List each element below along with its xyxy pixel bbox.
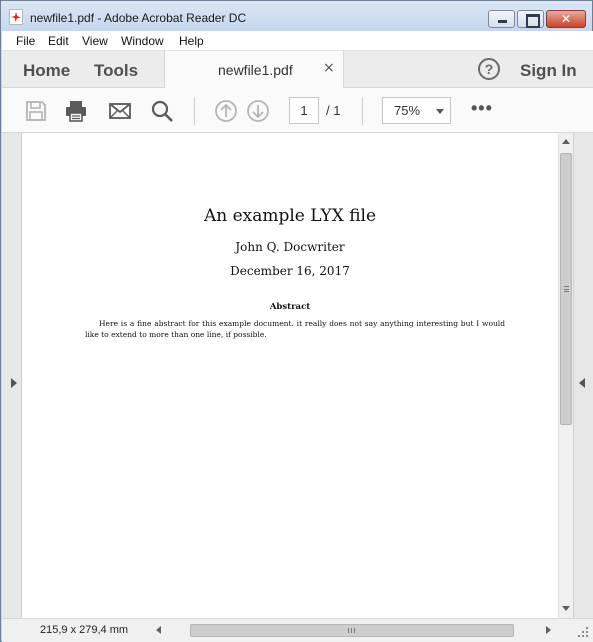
horizontal-scrollbar[interactable] <box>152 622 557 639</box>
document-date: December 16, 2017 <box>230 264 350 278</box>
menu-bar: File Edit View Window Help <box>2 31 593 51</box>
right-pane-toggle[interactable] <box>573 133 593 618</box>
zoom-value: 75% <box>394 103 421 118</box>
scroll-right-arrow-icon[interactable] <box>546 626 551 634</box>
page-size-label: 215,9 x 279,4 mm <box>40 624 129 636</box>
document-viewport: An example LYX file John Q. Docwriter De… <box>2 133 593 618</box>
document-title: An example LYX file <box>203 206 377 226</box>
current-page-input[interactable]: 1 <box>289 97 319 124</box>
home-tab[interactable]: Home <box>23 61 70 81</box>
scroll-up-arrow-icon[interactable] <box>562 139 570 144</box>
menu-window[interactable]: Window <box>121 34 164 48</box>
top-tab-bar: Home Tools newfile1.pdf × ? Sign In <box>2 51 593 88</box>
scroll-down-arrow-icon[interactable] <box>562 606 570 611</box>
toolbar-separator <box>194 97 195 125</box>
toolbar: 1 / 1 75% ••• <box>2 88 593 133</box>
grip-icon <box>348 628 355 633</box>
zoom-select[interactable]: 75% <box>382 97 451 124</box>
next-page-icon[interactable] <box>246 99 270 123</box>
vertical-scrollbar[interactable] <box>558 133 573 618</box>
abstract-body: Here is a fine abstract for this example… <box>85 319 505 339</box>
expand-left-pane-icon <box>11 378 17 388</box>
toolbar-separator <box>362 97 363 125</box>
save-icon[interactable] <box>24 99 48 123</box>
grip-icon <box>564 286 569 292</box>
menu-view[interactable]: View <box>82 34 108 48</box>
previous-page-icon[interactable] <box>214 99 238 123</box>
close-tab-icon[interactable]: × <box>323 60 335 76</box>
horizontal-scroll-thumb[interactable] <box>190 624 514 637</box>
resize-grip-icon[interactable] <box>574 623 590 639</box>
menu-edit[interactable]: Edit <box>48 34 69 48</box>
maximize-button[interactable] <box>517 10 544 28</box>
abstract-heading: Abstract <box>269 302 311 312</box>
left-pane-toggle[interactable] <box>2 133 22 618</box>
status-bar: 215,9 x 279,4 mm <box>2 618 593 642</box>
acrobat-app-icon <box>9 9 23 25</box>
app-window: newfile1.pdf - Adobe Acrobat Reader DC F… <box>0 0 593 642</box>
tools-tab[interactable]: Tools <box>94 61 138 81</box>
email-icon[interactable] <box>108 99 132 123</box>
expand-right-pane-icon <box>579 378 585 388</box>
page-total: / 1 <box>326 103 341 118</box>
scroll-left-arrow-icon[interactable] <box>156 626 161 634</box>
vertical-scroll-thumb[interactable] <box>560 153 572 425</box>
more-tools-icon[interactable]: ••• <box>471 98 493 119</box>
help-icon[interactable]: ? <box>478 58 500 80</box>
print-icon[interactable] <box>64 99 88 123</box>
sign-in-link[interactable]: Sign In <box>520 61 577 81</box>
close-window-button[interactable] <box>546 10 586 28</box>
chevron-down-icon <box>436 109 444 114</box>
document-tab[interactable]: newfile1.pdf × <box>164 51 344 88</box>
window-title: newfile1.pdf - Adobe Acrobat Reader DC <box>30 11 247 25</box>
document-author: John Q. Docwriter <box>235 240 345 254</box>
document-tab-label: newfile1.pdf <box>218 62 293 78</box>
minimize-button[interactable] <box>488 10 515 28</box>
menu-file[interactable]: File <box>16 34 35 48</box>
search-icon[interactable] <box>150 99 174 123</box>
title-bar[interactable]: newfile1.pdf - Adobe Acrobat Reader DC <box>1 1 592 31</box>
pdf-page: An example LYX file John Q. Docwriter De… <box>22 133 558 618</box>
menu-help[interactable]: Help <box>179 34 204 48</box>
